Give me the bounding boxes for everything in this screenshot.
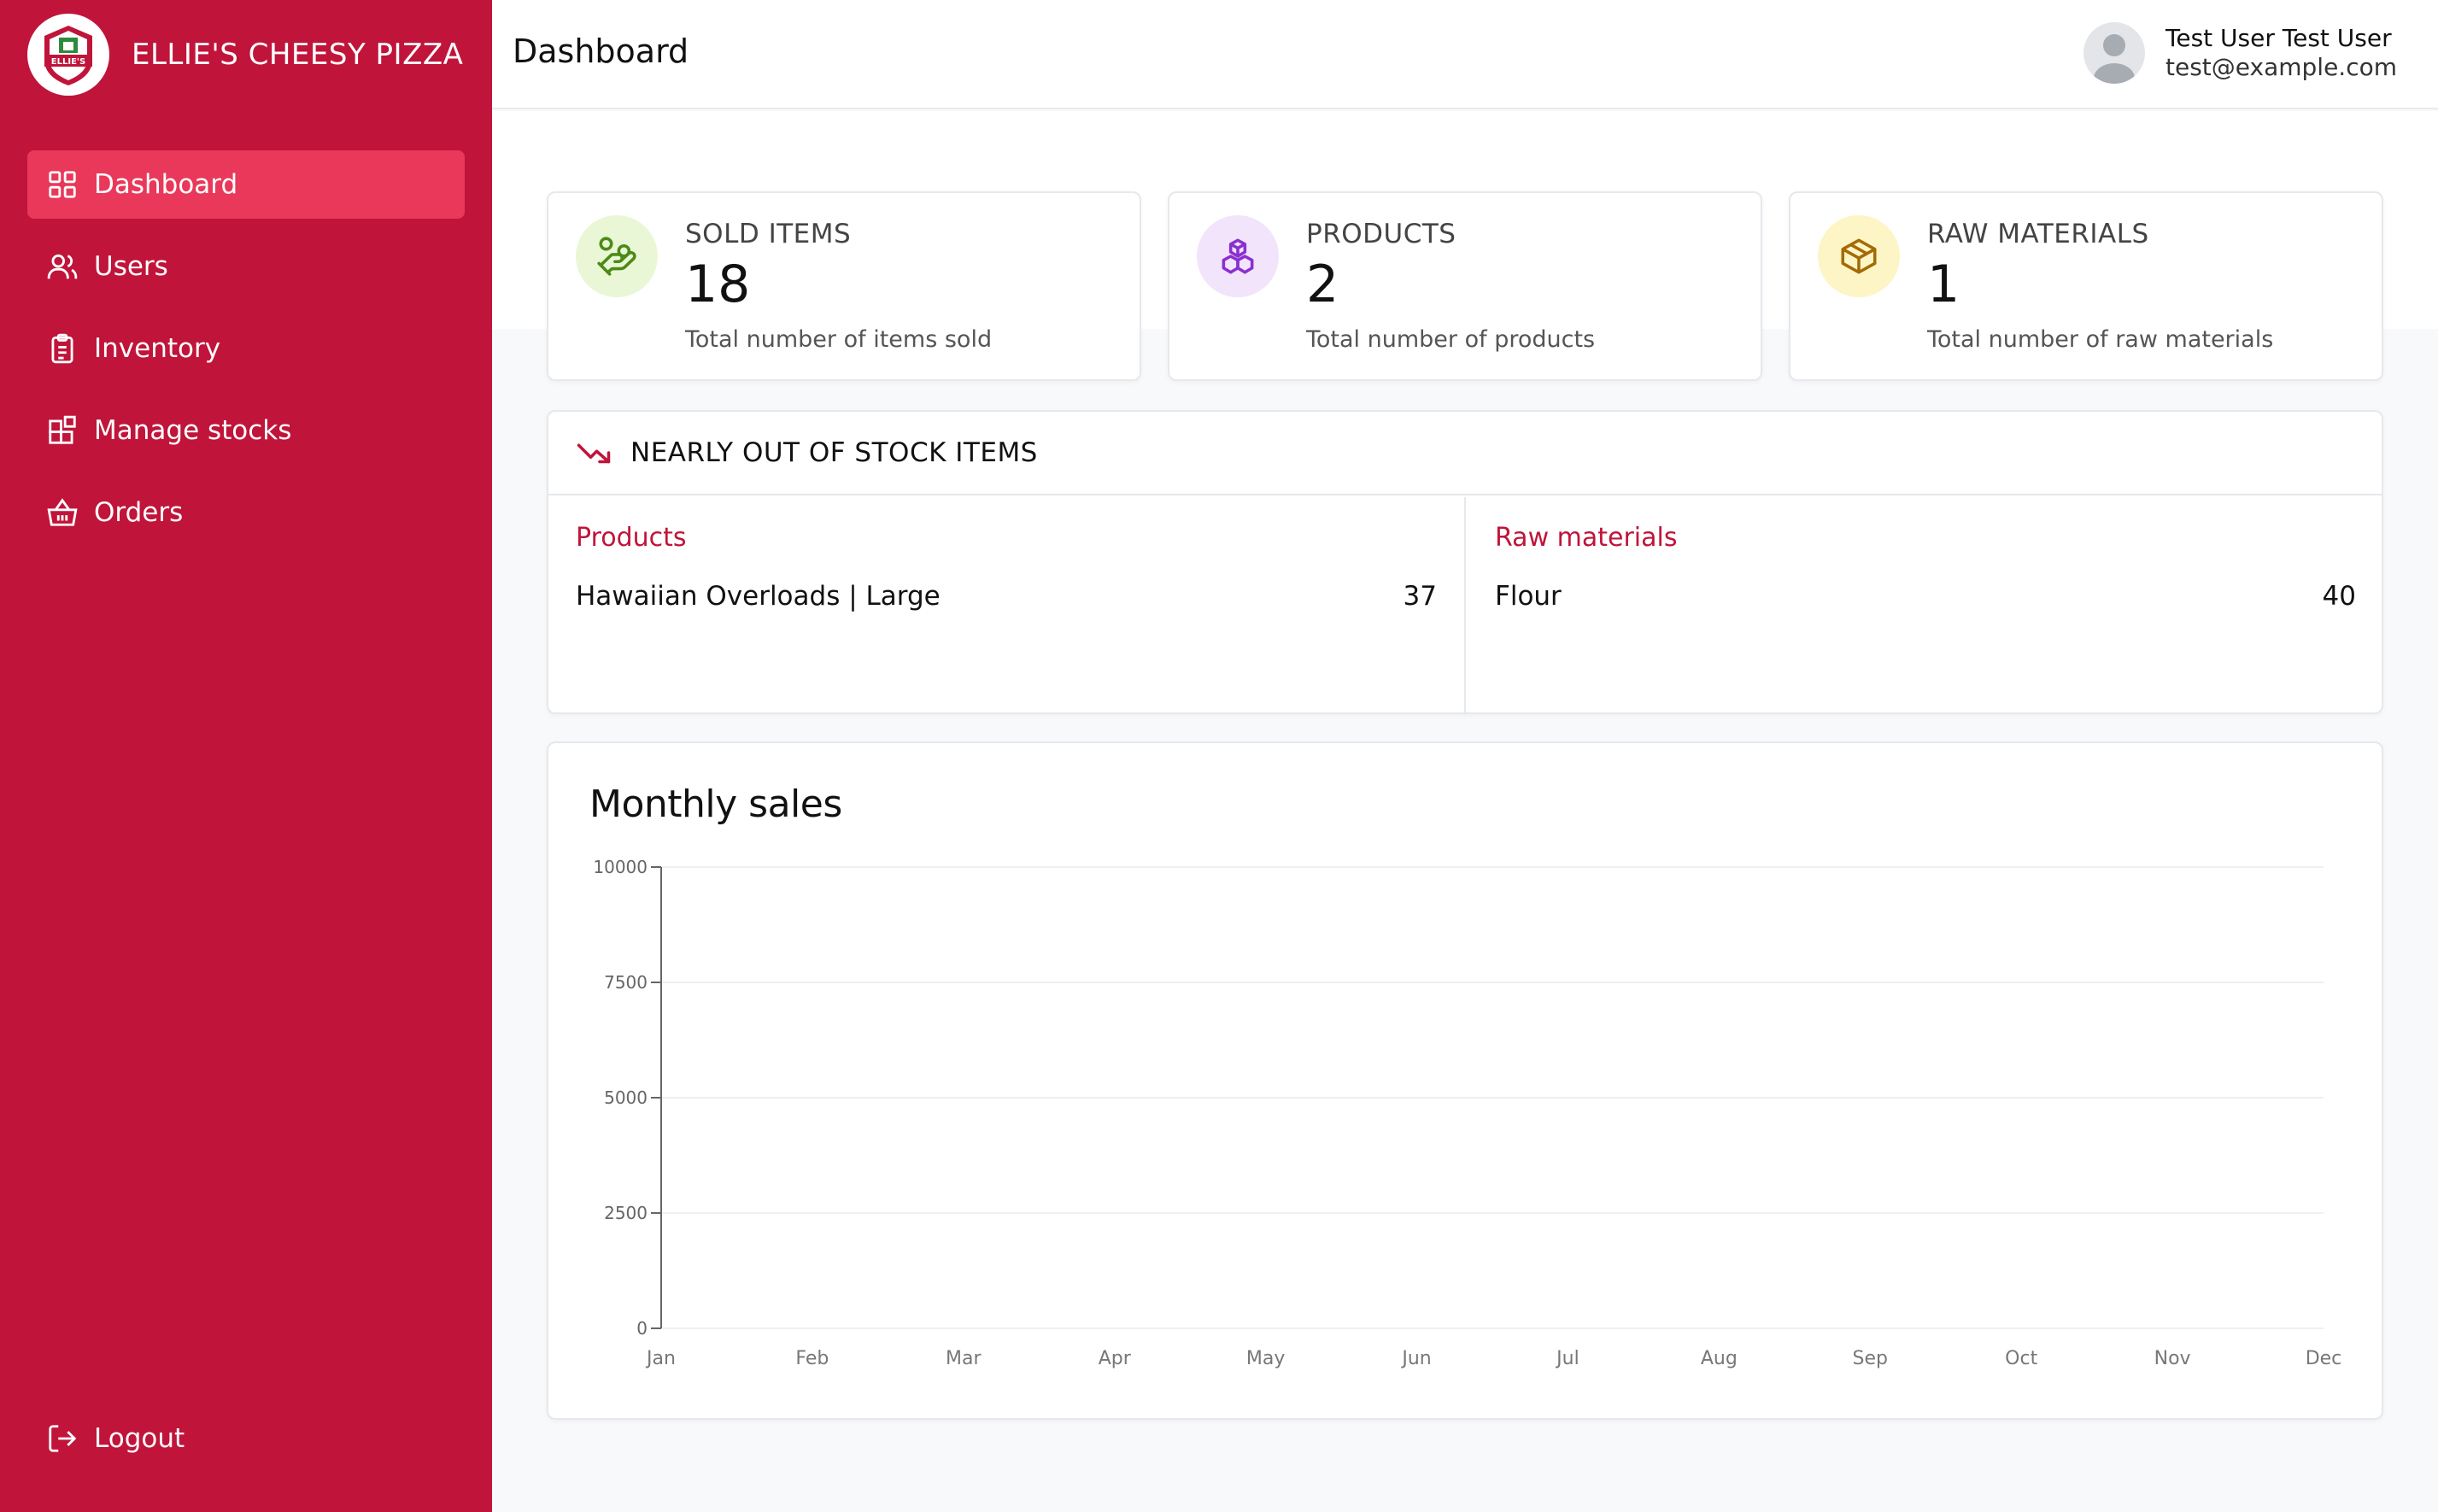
stat-icon-bg bbox=[1818, 215, 1900, 297]
stock-panel-header: NEARLY OUT OF STOCK ITEMS bbox=[548, 412, 2382, 495]
grid-icon bbox=[49, 171, 76, 198]
item-name: Flour bbox=[1495, 581, 1562, 612]
stat-value: 2 bbox=[1306, 255, 1339, 314]
logout-button[interactable]: Logout bbox=[27, 1404, 465, 1473]
stat-value: 1 bbox=[1927, 255, 1960, 314]
y-tick-label: 10000 bbox=[593, 857, 648, 877]
y-tick-label: 2500 bbox=[604, 1203, 648, 1223]
stat-card-sold-items: SOLD ITEMS 18 Total number of items sold bbox=[547, 191, 1141, 381]
brand-name: ELLIE'S CHEESY PIZZA bbox=[132, 38, 464, 72]
sidebar-item-label: Orders bbox=[94, 497, 184, 528]
page-title: Dashboard bbox=[513, 32, 689, 70]
x-tick-label: Jun bbox=[1400, 1348, 1431, 1369]
x-tick-label: Feb bbox=[795, 1348, 829, 1369]
nearly-out-of-stock-panel: NEARLY OUT OF STOCK ITEMS Products Hawai… bbox=[547, 410, 2383, 714]
stat-icon-bg bbox=[1197, 215, 1279, 297]
stat-label: SOLD ITEMS bbox=[685, 219, 852, 249]
avatar bbox=[2083, 22, 2145, 84]
clipboard-icon bbox=[51, 333, 73, 364]
list-item[interactable]: Hawaiian Overloads | Large 37 bbox=[576, 581, 1437, 612]
sidebar-nav: Dashboard Users Inventory Manage stocks bbox=[27, 150, 465, 560]
y-tick-label: 7500 bbox=[604, 972, 648, 993]
hand-coins-icon bbox=[597, 237, 636, 276]
sidebar-item-label: Dashboard bbox=[94, 169, 238, 200]
y-tick-label: 0 bbox=[636, 1318, 648, 1339]
item-quantity: 37 bbox=[1403, 581, 1437, 612]
top-header: Dashboard Test User Test User test@examp… bbox=[492, 0, 2438, 109]
box-icon bbox=[1841, 238, 1877, 274]
sidebar-item-manage-stocks[interactable]: Manage stocks bbox=[27, 396, 465, 465]
x-tick-label: Oct bbox=[2005, 1348, 2037, 1369]
stock-products-column: Products Hawaiian Overloads | Large 37 bbox=[548, 497, 1466, 714]
x-tick-label: Dec bbox=[2306, 1348, 2342, 1369]
stat-description: Total number of products bbox=[1306, 326, 1596, 353]
stat-icon-bg bbox=[576, 215, 658, 297]
logout-icon bbox=[49, 1425, 77, 1452]
logout-label: Logout bbox=[94, 1423, 185, 1454]
sidebar-item-dashboard[interactable]: Dashboard bbox=[27, 150, 465, 219]
item-name: Hawaiian Overloads | Large bbox=[576, 581, 941, 612]
item-quantity: 40 bbox=[2322, 581, 2356, 612]
x-tick-label: Jul bbox=[1555, 1348, 1579, 1369]
basket-icon bbox=[47, 498, 78, 526]
x-tick-label: Jan bbox=[645, 1348, 676, 1369]
stock-panel-title: NEARLY OUT OF STOCK ITEMS bbox=[630, 437, 1038, 468]
monthly-sales-chart: 0 2500 5000 7500 10000 Jan Feb Mar Apr May Jun Jul A… bbox=[593, 857, 2342, 1369]
x-tick-label: May bbox=[1246, 1348, 1285, 1369]
stat-card-products: PRODUCTS 2 Total number of products bbox=[1168, 191, 1762, 381]
brand-logo: ELLIE'S bbox=[27, 14, 109, 96]
sidebar-item-users[interactable]: Users bbox=[27, 232, 465, 301]
sidebar-item-label: Inventory bbox=[94, 333, 221, 364]
monthly-sales-card: Monthly sales 0 2500 5000 7500 10000 Jan Feb Ma… bbox=[547, 741, 2383, 1420]
stat-label: PRODUCTS bbox=[1306, 219, 1456, 249]
x-tick-label: Apr bbox=[1099, 1348, 1132, 1369]
sidebar-item-label: Users bbox=[94, 251, 168, 282]
blocks-icon bbox=[49, 415, 76, 444]
sidebar-item-orders[interactable]: Orders bbox=[27, 478, 465, 547]
products-column-title: Products bbox=[576, 523, 687, 553]
sidebar-item-inventory[interactable]: Inventory bbox=[27, 314, 465, 383]
list-item[interactable]: Flour 40 bbox=[1495, 581, 2356, 612]
x-tick-label: Sep bbox=[1853, 1348, 1888, 1369]
stock-raw-materials-column: Raw materials Flour 40 bbox=[1468, 497, 2383, 714]
user-avatar-icon bbox=[2094, 34, 2135, 84]
user-info: Test User Test User test@example.com bbox=[2165, 24, 2397, 82]
raw-materials-column-title: Raw materials bbox=[1495, 523, 1678, 553]
x-tick-label: Mar bbox=[946, 1348, 982, 1369]
user-name: Test User Test User bbox=[2165, 24, 2392, 52]
x-tick-label: Aug bbox=[1701, 1348, 1738, 1369]
sidebar-item-label: Manage stocks bbox=[94, 415, 292, 446]
logo-text: ELLIE'S bbox=[51, 57, 85, 67]
user-profile[interactable]: Test User Test User test@example.com bbox=[2083, 22, 2397, 84]
user-email: test@example.com bbox=[2165, 53, 2397, 81]
sidebar: ELLIE'S ELLIE'S CHEESY PIZZA Dashboard U… bbox=[0, 0, 492, 1512]
users-icon bbox=[47, 254, 78, 279]
trending-down-icon bbox=[577, 443, 611, 464]
stat-description: Total number of raw materials bbox=[1927, 326, 2274, 353]
stat-label: RAW MATERIALS bbox=[1927, 219, 2149, 249]
x-tick-label: Nov bbox=[2154, 1348, 2191, 1369]
stat-value: 18 bbox=[685, 255, 751, 314]
stat-description: Total number of items sold bbox=[685, 326, 993, 353]
brand[interactable]: ELLIE'S ELLIE'S CHEESY PIZZA bbox=[27, 14, 463, 96]
stat-card-raw-materials: RAW MATERIALS 1 Total number of raw mate… bbox=[1789, 191, 2383, 381]
boxes-icon bbox=[1222, 238, 1254, 274]
y-tick-label: 5000 bbox=[604, 1087, 648, 1108]
